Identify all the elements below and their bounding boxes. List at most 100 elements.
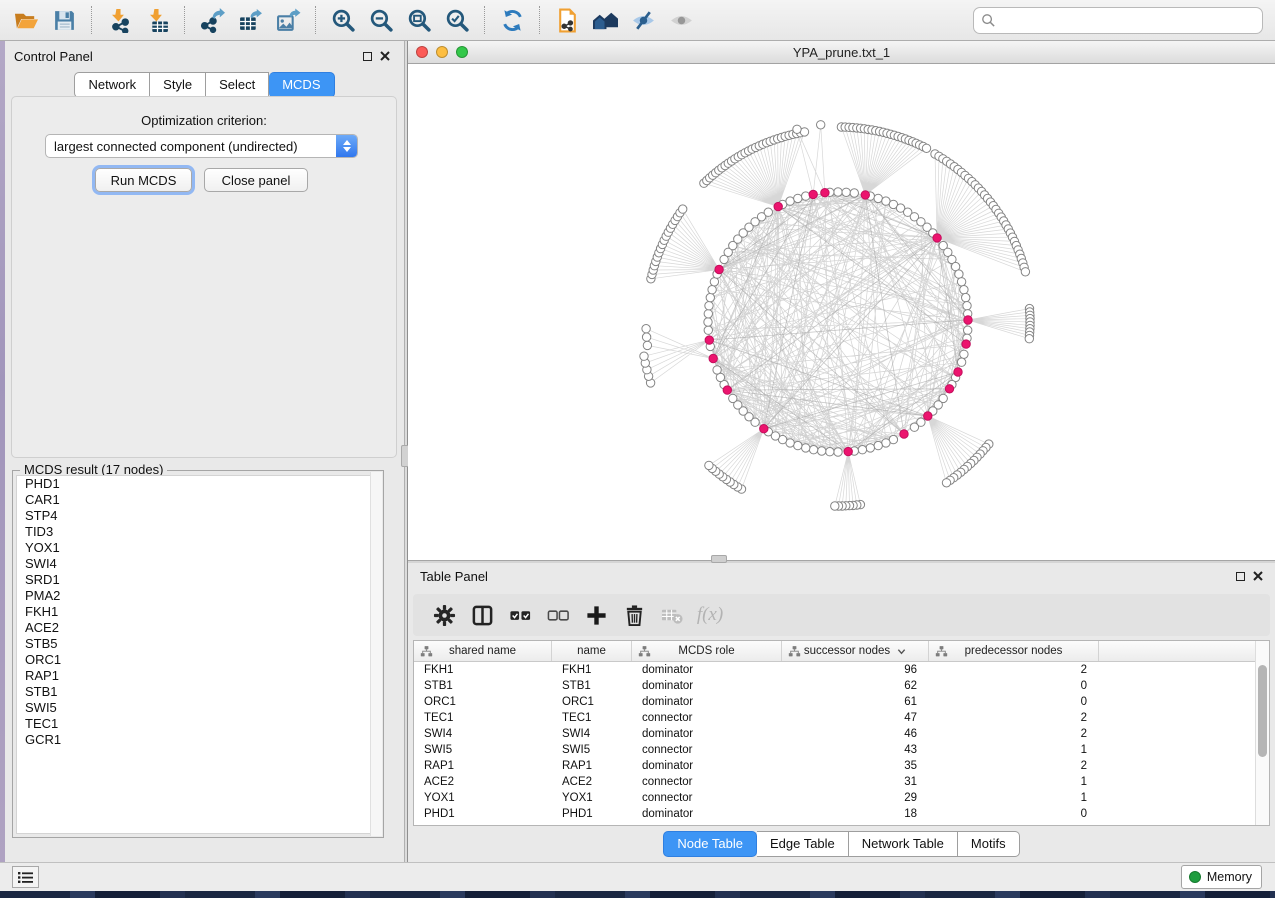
eye-slash-icon[interactable] [627, 5, 659, 35]
tab-edge-table[interactable]: Edge Table [757, 831, 849, 857]
double-house-icon[interactable] [589, 5, 621, 35]
document-share-icon[interactable] [551, 5, 583, 35]
mcds-result-item[interactable]: PHD1 [17, 476, 379, 492]
run-mcds-button[interactable]: Run MCDS [95, 168, 192, 192]
mcds-result-item[interactable]: SWI4 [17, 556, 379, 572]
zoom-selected-icon[interactable] [441, 5, 473, 35]
trash-icon[interactable] [617, 600, 651, 630]
column-header-filler [1099, 641, 1269, 661]
plus-icon[interactable] [579, 600, 613, 630]
column-header-name[interactable]: name [552, 641, 632, 661]
zoom-fit-icon[interactable] [403, 5, 435, 35]
column-header-mcds-role[interactable]: MCDS role [632, 641, 782, 661]
open-file-icon[interactable] [10, 5, 42, 35]
mcds-result-item[interactable]: ORC1 [17, 652, 379, 668]
table-scrollbar[interactable] [1255, 641, 1269, 825]
tab-mcds[interactable]: MCDS [269, 72, 334, 98]
column-label: successor nodes [804, 645, 890, 657]
memory-label: Memory [1207, 870, 1252, 884]
table-cell: 61 [782, 694, 929, 710]
table-cell: 0 [929, 806, 1099, 822]
table-cell: connector [632, 790, 782, 806]
table-row[interactable]: ACE2ACE2connector311 [414, 774, 1269, 790]
export-table-icon[interactable] [234, 5, 266, 35]
mcds-result-item[interactable]: SWI5 [17, 700, 379, 716]
mcds-result-item[interactable]: STB1 [17, 684, 379, 700]
toolbar-separator [91, 6, 92, 34]
network-window-titlebar[interactable]: YPA_prune.txt_1 [408, 41, 1275, 64]
mcds-result-item[interactable]: CAR1 [17, 492, 379, 508]
table-row[interactable]: YOX1YOX1connector291 [414, 790, 1269, 806]
save-session-icon[interactable] [48, 5, 80, 35]
criterion-dropdown[interactable]: largest connected component (undirected) [45, 134, 358, 158]
search-field[interactable] [973, 7, 1263, 34]
mcds-result-item[interactable]: STB5 [17, 636, 379, 652]
close-panel-icon[interactable] [380, 51, 390, 61]
column-header-successor-nodes[interactable]: successor nodes [782, 641, 929, 661]
column-type-icon [935, 645, 948, 658]
export-image-icon[interactable] [272, 5, 304, 35]
memory-status-icon [1189, 871, 1201, 883]
mcds-result-item[interactable]: TID3 [17, 524, 379, 540]
list-icon [18, 871, 33, 884]
checkboxes-unchecked-icon[interactable] [541, 600, 575, 630]
horizontal-splitter-handle[interactable] [711, 555, 727, 563]
mcds-result-item[interactable]: YOX1 [17, 540, 379, 556]
column-label: shared name [449, 645, 516, 657]
zoom-in-icon[interactable] [327, 5, 359, 35]
table-cell: ACE2 [414, 774, 552, 790]
import-table-icon[interactable] [141, 5, 173, 35]
refresh-icon[interactable] [496, 5, 528, 35]
mcds-result-item[interactable]: TEC1 [17, 716, 379, 732]
table-row[interactable]: PHD1PHD1dominator180 [414, 806, 1269, 822]
tab-node-table[interactable]: Node Table [663, 831, 757, 857]
table-cell: ACE2 [552, 774, 632, 790]
gear-icon[interactable] [427, 600, 461, 630]
search-input[interactable] [996, 9, 1262, 32]
tab-select[interactable]: Select [206, 72, 269, 98]
column-header-shared-name[interactable]: shared name [414, 641, 552, 661]
memory-button[interactable]: Memory [1181, 865, 1262, 889]
mcds-result-item[interactable]: STP4 [17, 508, 379, 524]
float-table-panel-icon[interactable] [1236, 572, 1245, 581]
mcds-result-item[interactable]: GCR1 [17, 732, 379, 748]
mcds-result-item[interactable]: FKH1 [17, 604, 379, 620]
table-row[interactable]: FKH1FKH1dominator962 [414, 662, 1269, 678]
table-cell: TEC1 [552, 710, 632, 726]
table-row[interactable]: STB1STB1dominator620 [414, 678, 1269, 694]
column-header-predecessor-nodes[interactable]: predecessor nodes [929, 641, 1099, 661]
table-row[interactable]: TEC1TEC1connector472 [414, 710, 1269, 726]
float-panel-icon[interactable] [363, 52, 372, 61]
table-row[interactable]: SWI5SWI5connector431 [414, 742, 1269, 758]
close-panel-button[interactable]: Close panel [204, 168, 308, 192]
control-panel-window-buttons [363, 51, 390, 61]
mcds-result-item[interactable]: RAP1 [17, 668, 379, 684]
table-cell: 2 [929, 726, 1099, 742]
table-toolbar: f(x) [413, 594, 1270, 636]
table-cell: 2 [929, 710, 1099, 726]
task-history-button[interactable] [12, 866, 39, 888]
table-row[interactable]: RAP1RAP1dominator352 [414, 758, 1269, 774]
table-scrollbar-thumb[interactable] [1258, 665, 1267, 757]
columns-icon[interactable] [465, 600, 499, 630]
desktop-wallpaper-bottom [0, 891, 1275, 898]
network-canvas[interactable] [408, 64, 1275, 560]
zoom-out-icon[interactable] [365, 5, 397, 35]
tab-style[interactable]: Style [150, 72, 206, 98]
mcds-list-scrollbar[interactable] [370, 472, 382, 836]
tab-motifs[interactable]: Motifs [958, 831, 1020, 857]
checkboxes-checked-icon[interactable] [503, 600, 537, 630]
close-table-panel-icon[interactable] [1253, 571, 1263, 581]
mcds-result-item[interactable]: SRD1 [17, 572, 379, 588]
import-network-icon[interactable] [103, 5, 135, 35]
table-row[interactable]: SWI4SWI4dominator462 [414, 726, 1269, 742]
mcds-result-item[interactable]: ACE2 [17, 620, 379, 636]
control-panel-title: Control Panel [14, 49, 93, 64]
node-table: shared name nameMCDS role successor nodes p… [413, 640, 1270, 826]
tab-network[interactable]: Network [74, 72, 150, 98]
export-network-icon[interactable] [196, 5, 228, 35]
table-row[interactable]: ORC1ORC1dominator610 [414, 694, 1269, 710]
tab-network-table[interactable]: Network Table [849, 831, 958, 857]
node-table-body: FKH1FKH1dominator962STB1STB1dominator620… [414, 662, 1269, 822]
mcds-result-item[interactable]: PMA2 [17, 588, 379, 604]
